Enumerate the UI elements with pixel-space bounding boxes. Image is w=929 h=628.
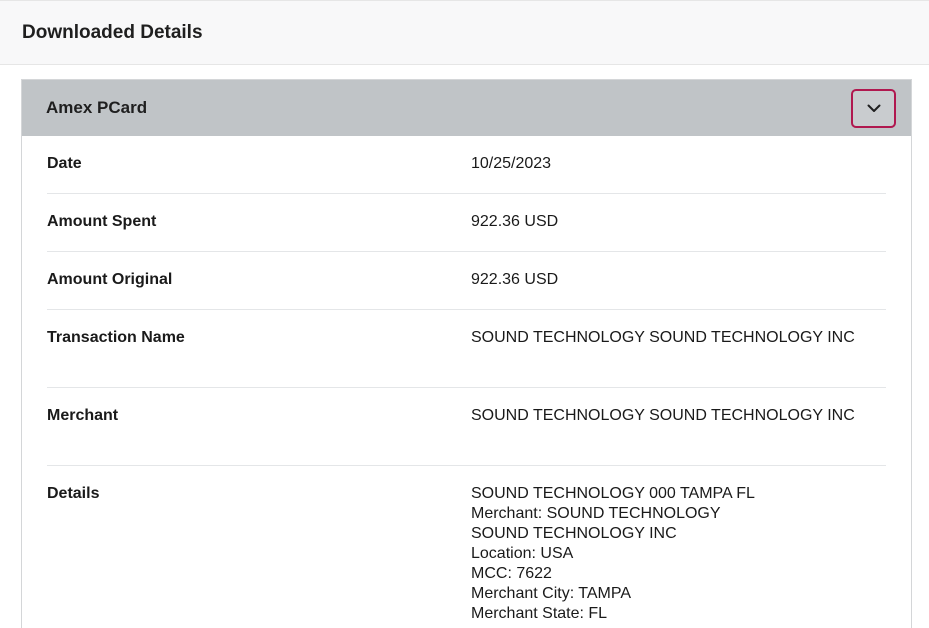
details-label: Details [47, 485, 100, 502]
merchant-value: SOUND TECHNOLOGY SOUND TECHNOLOGY INC [471, 407, 855, 424]
collapse-toggle-button[interactable] [851, 88, 896, 128]
amount-original-value: 922.36 USD [471, 271, 559, 288]
row-merchant: Merchant SOUND TECHNOLOGY SOUND TECHNOLO… [47, 388, 886, 466]
date-value: 10/25/2023 [471, 155, 552, 172]
row-date: Date 10/25/2023 [47, 136, 886, 194]
amount-spent-value: 922.36 USD [471, 213, 559, 230]
details-value: SOUND TECHNOLOGY 000 TAMPA FL Merchant: … [471, 484, 886, 624]
transaction-name-label: Transaction Name [47, 329, 185, 346]
chevron-down-icon [867, 104, 880, 112]
row-details: Details SOUND TECHNOLOGY 000 TAMPA FL Me… [47, 466, 886, 624]
details-line: Location: USA [471, 545, 574, 562]
downloaded-details-page: Downloaded Details Amex PCard Date 10/25… [0, 0, 929, 628]
date-label: Date [47, 155, 82, 172]
details-line: Merchant City: TAMPA [471, 585, 632, 602]
row-amount-spent: Amount Spent 922.36 USD [47, 194, 886, 252]
panel-title: Amex PCard [46, 98, 148, 117]
details-list: Date 10/25/2023 Amount Spent 922.36 USD … [22, 136, 911, 624]
details-line: SOUND TECHNOLOGY INC [471, 525, 677, 542]
amount-original-label: Amount Original [47, 271, 173, 288]
transaction-name-value: SOUND TECHNOLOGY SOUND TECHNOLOGY INC [471, 329, 855, 346]
panel-header[interactable]: Amex PCard [22, 80, 911, 136]
details-line: Merchant State: FL [471, 605, 608, 622]
details-line: Merchant: SOUND TECHNOLOGY [471, 505, 721, 522]
page-title: Downloaded Details [22, 21, 203, 43]
details-line: MCC: 7622 [471, 565, 552, 582]
row-amount-original: Amount Original 922.36 USD [47, 252, 886, 310]
details-line: SOUND TECHNOLOGY 000 TAMPA FL [471, 485, 755, 502]
row-transaction-name: Transaction Name SOUND TECHNOLOGY SOUND … [47, 310, 886, 388]
page-header: Downloaded Details [0, 0, 929, 65]
amount-spent-label: Amount Spent [47, 213, 157, 230]
merchant-label: Merchant [47, 407, 119, 424]
amex-pcard-panel: Amex PCard Date 10/25/2023 Amount Spent … [21, 79, 912, 628]
